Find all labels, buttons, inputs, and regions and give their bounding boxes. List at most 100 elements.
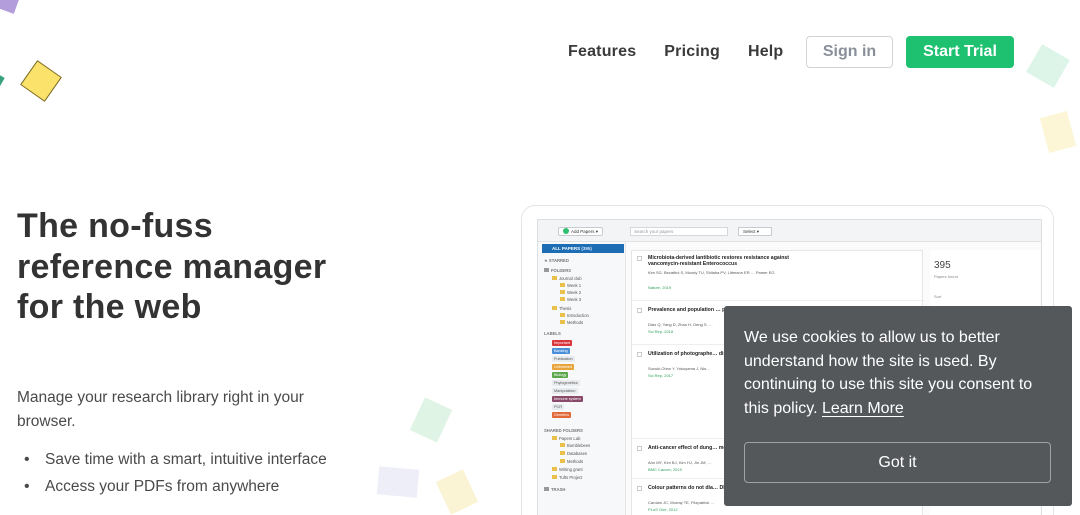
got-it-button[interactable]: Got it <box>744 442 1051 483</box>
sidebar-folder: Week 3 <box>560 297 581 302</box>
plus-icon <box>563 228 569 234</box>
folder-icon <box>560 443 565 447</box>
label-tag: Publication <box>552 356 575 362</box>
label-tag: Phylogenetics <box>552 380 580 386</box>
confetti-shape <box>1026 44 1070 88</box>
folder-icon <box>552 475 557 479</box>
app-toolbar: Add Papers ▾ Search your papers Select ▾ <box>538 220 1041 242</box>
sidebar-folder: Methods <box>560 459 583 464</box>
feature-item: Save time with a smart, intuitive interf… <box>24 448 334 472</box>
sidebar-folder: Writing grant <box>552 467 583 472</box>
starred-label: STARRED <box>548 258 569 263</box>
paper-authors: Kim SG, Becattini S, Moody TU, Shliaha P… <box>648 270 775 275</box>
row-checkbox <box>637 352 642 357</box>
nav-link-help[interactable]: Help <box>748 43 783 61</box>
shared-folders-heading: SHARED FOLDERS <box>544 428 583 433</box>
cookie-message: We use cookies to allow us to better und… <box>744 326 1056 420</box>
cookie-banner: We use cookies to allow us to better und… <box>724 306 1072 506</box>
confetti-shape <box>1039 110 1077 154</box>
label-tag: Immune system <box>552 396 583 402</box>
folder-label: Bumblebees <box>567 443 591 448</box>
folder-label: Methods <box>567 320 584 325</box>
app-search-input: Search your papers <box>630 227 728 236</box>
sidebar-folder: Week 2 <box>560 290 581 295</box>
sidebar-folder: Bumblebees <box>560 443 590 448</box>
sidebar-folder: Journal club <box>552 276 582 281</box>
folder-icon <box>552 276 557 280</box>
paper-journal: Sci Rep, 2018 <box>648 329 674 334</box>
paper-count: 395 <box>934 260 951 271</box>
label-tag: Important <box>552 340 573 346</box>
add-papers-button: Add Papers ▾ <box>558 227 604 236</box>
nav-link-features[interactable]: Features <box>568 43 636 61</box>
paper-title: Microbiota-derived lantibiotic restores … <box>648 255 789 268</box>
folder-label: Week 3 <box>567 297 582 302</box>
nav-link-pricing[interactable]: Pricing <box>664 43 720 61</box>
sidebar-folder: Week 1 <box>560 283 581 288</box>
sidebar-trash: TRASH <box>544 487 565 492</box>
sidebar-labels: LABELS <box>544 331 561 336</box>
folder-label: Week 2 <box>567 290 582 295</box>
folder-icon <box>560 283 565 287</box>
confetti-shape <box>376 466 420 498</box>
paper-row: Microbiota-derived lantibiotic restores … <box>632 251 924 301</box>
row-checkbox <box>637 446 642 451</box>
folder-icon <box>560 313 565 317</box>
folder-label: Methods <box>567 459 584 464</box>
folder-icon <box>560 459 565 463</box>
folder-label: Week 1 <box>567 283 582 288</box>
folder-icon <box>560 297 565 301</box>
add-papers-label: Add Papers ▾ <box>571 229 599 234</box>
folder-label: Writing grant <box>559 467 583 472</box>
select-button: Select ▾ <box>738 227 772 236</box>
paper-journal: Sci Rep, 2017 <box>648 373 674 378</box>
folder-label: Papers Lab <box>559 436 581 441</box>
all-papers-count: (395) <box>581 246 592 251</box>
label-tag: Biology <box>552 372 569 378</box>
confetti-shape <box>20 60 62 102</box>
sidebar-all-papers: ALL PAPERS (395) <box>542 244 624 253</box>
folder-label: Thesis <box>559 306 572 311</box>
sidebar-folder: Methods <box>560 320 583 325</box>
sidebar-folder: Tufts Project <box>552 475 582 480</box>
paper-journal: PLoS One, 2012 <box>648 507 678 512</box>
hero-subtitle: Manage your research library right in yo… <box>17 389 304 430</box>
folder-label: Tufts Project <box>559 475 583 480</box>
papers-found-label: Papers found <box>934 274 958 279</box>
folder-icon <box>552 467 557 471</box>
folder-icon <box>552 306 557 310</box>
labels-heading: LABELS <box>544 331 561 336</box>
folder-label: Databases <box>567 451 588 456</box>
label-tag: Manipulation <box>552 388 578 394</box>
sidebar-folder: Introduction <box>560 313 589 318</box>
row-checkbox <box>637 256 642 261</box>
folder-label: Introduction <box>567 313 589 318</box>
row-checkbox <box>637 486 642 491</box>
confetti-shape <box>0 71 5 91</box>
sidebar-shared-folders: SHARED FOLDERS <box>544 428 583 433</box>
learn-more-link[interactable]: Learn More <box>822 400 904 417</box>
confetti-shape <box>0 0 21 14</box>
confetti-shape <box>435 469 479 515</box>
top-nav: Features Pricing Help <box>568 36 811 68</box>
feature-item: Access your PDFs from anywhere <box>24 475 334 499</box>
sidebar-folders: FOLDERS <box>544 268 571 273</box>
sort-label: Sort <box>934 294 942 299</box>
paper-journal: Nature, 2019 <box>648 285 672 290</box>
trash-label: TRASH <box>551 487 566 492</box>
row-checkbox <box>637 308 642 313</box>
label-tag: Genetics <box>552 412 571 418</box>
start-trial-button[interactable]: Start Trial <box>906 36 1014 68</box>
folder-icon <box>552 436 557 440</box>
folders-label: FOLDERS <box>551 268 572 273</box>
confetti-shape <box>409 397 453 443</box>
sidebar-folder: Papers Lab <box>552 436 580 441</box>
folder-icon <box>560 451 565 455</box>
label-tag: PCR <box>552 404 565 410</box>
hero-title: The no-fuss reference manager for the we… <box>17 207 327 326</box>
sign-in-button[interactable]: Sign in <box>806 36 893 68</box>
folder-label: Journal club <box>559 276 582 281</box>
sidebar-starred: ★ STARRED <box>544 258 569 263</box>
app-sidebar: ALL PAPERS (395) ★ STARRED FOLDERS Journ… <box>538 242 626 515</box>
all-papers-label: ALL PAPERS <box>552 246 581 251</box>
